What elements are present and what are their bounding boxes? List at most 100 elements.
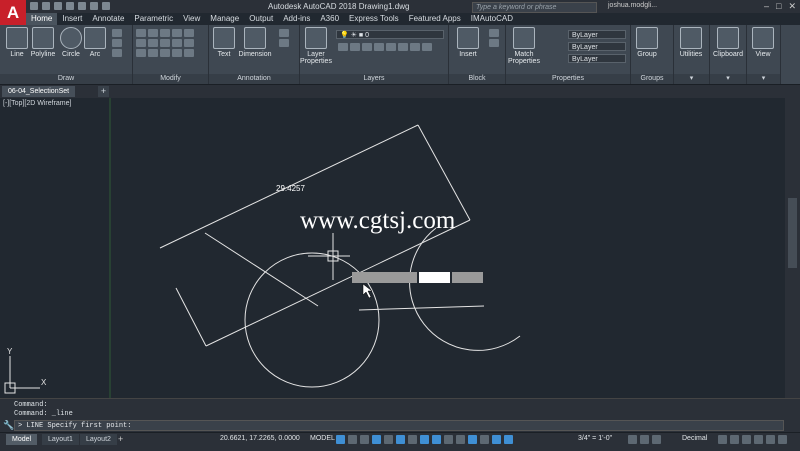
- selection-cycling-icon[interactable]: [468, 435, 477, 444]
- cursor-coordinates[interactable]: 20.6621, 17.2265, 0.0000: [220, 435, 300, 442]
- lineweight-dropdown[interactable]: ByLayer: [568, 54, 626, 63]
- save-as-icon[interactable]: [66, 2, 74, 10]
- add-layout-plus-icon[interactable]: +: [118, 434, 123, 444]
- rectangle-edge-right[interactable]: [417, 124, 471, 221]
- annotation-monitor-icon[interactable]: [640, 435, 649, 444]
- customize-wrench-icon[interactable]: 🔧: [3, 420, 14, 431]
- tab-manage[interactable]: Manage: [205, 13, 244, 25]
- utilities-tool[interactable]: Utilities: [676, 27, 706, 58]
- object-snap-icon[interactable]: [432, 435, 441, 444]
- application-menu-button[interactable]: A: [0, 0, 26, 26]
- create-block-icon[interactable]: [489, 29, 499, 37]
- linetype-dropdown[interactable]: ByLayer: [568, 42, 626, 51]
- lineweight-icon[interactable]: [444, 435, 453, 444]
- units-display[interactable]: Decimal: [682, 435, 707, 442]
- match-properties-tool[interactable]: Match Properties: [508, 27, 540, 65]
- tab-add-ins[interactable]: Add-ins: [278, 13, 315, 25]
- layer-tool-6-icon[interactable]: [398, 43, 408, 51]
- arc-shape[interactable]: [409, 227, 521, 351]
- tab-a360[interactable]: A360: [315, 13, 344, 25]
- block-panel-title[interactable]: Block: [449, 74, 505, 84]
- tab-imautocad[interactable]: IMAutoCAD: [466, 13, 518, 25]
- scale-icon[interactable]: [148, 49, 158, 57]
- polyline-tool[interactable]: Polyline: [28, 27, 58, 58]
- view-tool[interactable]: View: [748, 27, 778, 58]
- close-icon[interactable]: ✕: [788, 1, 796, 12]
- dynamic-input-field-1[interactable]: [352, 272, 417, 283]
- layout-tab-model[interactable]: Model: [6, 434, 38, 445]
- utilities-dropdown-arrow[interactable]: ▾: [674, 74, 709, 84]
- ortho-icon[interactable]: [384, 435, 393, 444]
- layout-tab-layout1[interactable]: Layout1: [42, 434, 79, 445]
- clean-screen-icon[interactable]: [766, 435, 775, 444]
- annotation-visibility-icon[interactable]: [492, 435, 501, 444]
- layer-dropdown[interactable]: 💡 ☀ ■ 0: [336, 30, 444, 39]
- draw-more-icon[interactable]: [112, 49, 122, 57]
- view-dropdown-arrow[interactable]: ▾: [747, 74, 780, 84]
- hardware-acceleration-icon[interactable]: [754, 435, 763, 444]
- diagonal-line[interactable]: [204, 232, 319, 307]
- insert-block-tool[interactable]: Insert: [453, 27, 483, 58]
- group-tool[interactable]: Group: [632, 27, 662, 58]
- isolate-objects-icon[interactable]: [742, 435, 751, 444]
- drawing-viewport[interactable]: [-][Top][2D Wireframe] 29.4257 www.cgtsj…: [0, 98, 785, 398]
- annotation-scale[interactable]: 3/4" = 1'-0": [578, 435, 612, 442]
- trim-icon[interactable]: [160, 29, 170, 37]
- leader-icon[interactable]: [279, 29, 289, 37]
- arc-tool[interactable]: Arc: [80, 27, 110, 58]
- tab-insert[interactable]: Insert: [57, 13, 87, 25]
- copy-icon[interactable]: [136, 39, 146, 47]
- rectangle-icon[interactable]: [112, 29, 122, 37]
- explode-icon[interactable]: [172, 39, 182, 47]
- layer-tool-3-icon[interactable]: [362, 43, 372, 51]
- search-input[interactable]: Type a keyword or phrase: [472, 2, 597, 13]
- workspace-gear-icon[interactable]: [628, 435, 637, 444]
- color-dropdown[interactable]: ByLayer: [568, 30, 626, 39]
- customization-menu-icon[interactable]: [778, 435, 787, 444]
- dynamic-input-field-3[interactable]: [452, 272, 483, 283]
- isodraft-icon[interactable]: [408, 435, 417, 444]
- rotate-icon[interactable]: [148, 29, 158, 37]
- groups-panel-title[interactable]: Groups: [631, 74, 673, 84]
- vertical-scrollbar[interactable]: [785, 98, 800, 398]
- edit-icon[interactable]: [184, 29, 194, 37]
- minimize-icon[interactable]: –: [764, 1, 769, 12]
- layers-panel-title[interactable]: Layers: [300, 74, 448, 84]
- tab-featured-apps[interactable]: Featured Apps: [404, 13, 466, 25]
- infer-constraints-icon[interactable]: [360, 435, 369, 444]
- layout-tab-layout2[interactable]: Layout2: [80, 434, 117, 445]
- layer-tool-2-icon[interactable]: [350, 43, 360, 51]
- annotation-autoscale-icon[interactable]: [504, 435, 513, 444]
- erase-icon[interactable]: [172, 29, 182, 37]
- model-space-toggle[interactable]: MODEL: [310, 435, 335, 442]
- mirror-icon[interactable]: [148, 39, 158, 47]
- layer-tool-7-icon[interactable]: [410, 43, 420, 51]
- tab-home[interactable]: Home: [26, 13, 58, 25]
- layer-tool-5-icon[interactable]: [386, 43, 396, 51]
- user-account[interactable]: joshua.modgli...: [608, 2, 657, 9]
- join-icon[interactable]: [172, 49, 182, 57]
- clipboard-tool[interactable]: Clipboard: [713, 27, 743, 58]
- quick-properties-icon[interactable]: [718, 435, 727, 444]
- transparency-icon[interactable]: [456, 435, 465, 444]
- table-icon[interactable]: [279, 39, 289, 47]
- polar-icon[interactable]: [396, 435, 405, 444]
- new-icon[interactable]: [30, 2, 38, 10]
- offset-icon[interactable]: [184, 39, 194, 47]
- units-plus-icon[interactable]: [652, 435, 661, 444]
- open-icon[interactable]: [42, 2, 50, 10]
- object-snap-tracking-icon[interactable]: [420, 435, 429, 444]
- file-tab-drawing[interactable]: 06-04_SelectionSet: [2, 86, 76, 97]
- print-icon[interactable]: [78, 2, 86, 10]
- command-input[interactable]: > LINE Specify first point:: [14, 420, 784, 431]
- edit-block-icon[interactable]: [489, 39, 499, 47]
- dimension-text[interactable]: 29.4257: [276, 184, 305, 193]
- 3d-osnap-icon[interactable]: [480, 435, 489, 444]
- annotation-panel-title[interactable]: Annotation: [209, 74, 299, 84]
- fillet-icon[interactable]: [160, 39, 170, 47]
- scrollbar-thumb[interactable]: [788, 198, 797, 268]
- hatch-icon[interactable]: [112, 39, 122, 47]
- tab-annotate[interactable]: Annotate: [87, 13, 129, 25]
- tab-express-tools[interactable]: Express Tools: [344, 13, 404, 25]
- text-tool[interactable]: Text: [209, 27, 239, 58]
